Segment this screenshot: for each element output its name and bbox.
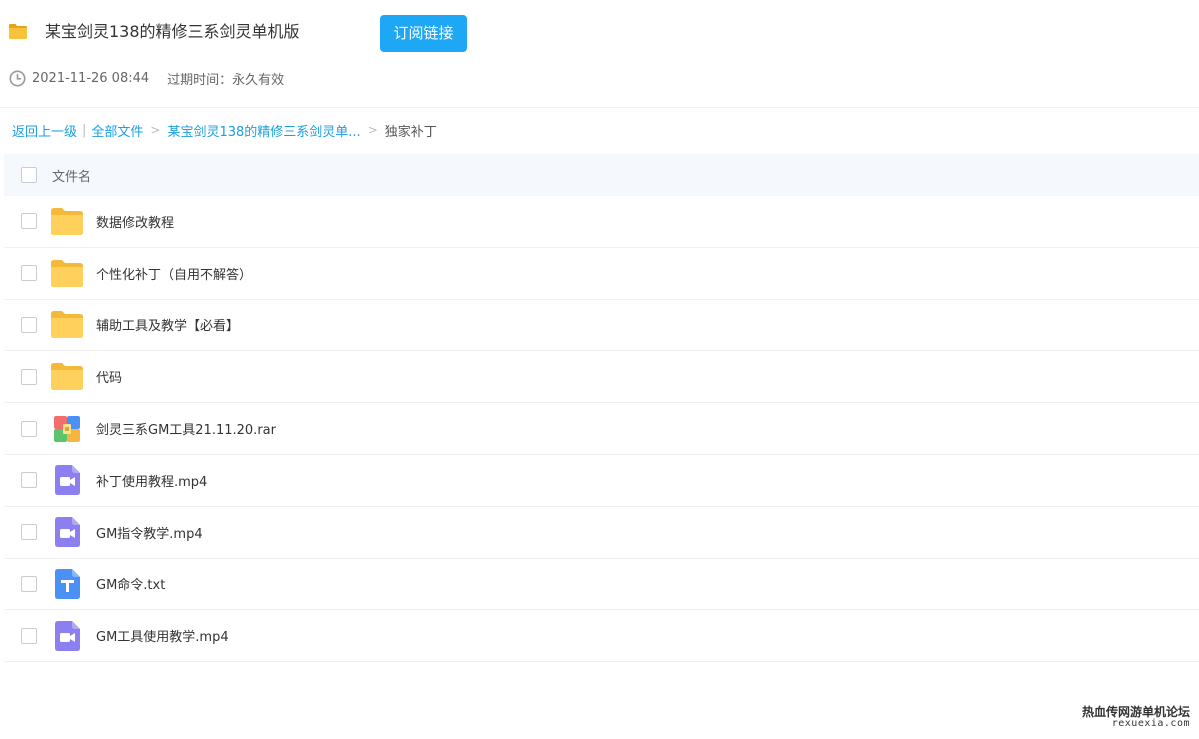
file-row[interactable]: 代码 [4, 351, 1199, 404]
all-files-link[interactable]: 全部文件 [91, 121, 143, 140]
watermark: 热血传网游单机论坛 rexuexia.com [1082, 706, 1190, 730]
file-list: 数据修改教程个性化补丁（自用不解答） 辅助工具及教学【必看】 代码剑灵三系GM工具2… [4, 196, 1199, 663]
row-checkbox[interactable] [21, 316, 37, 333]
file-row[interactable]: 补丁使用教程.mp4 [4, 455, 1199, 507]
folder-icon [9, 24, 27, 39]
share-header: 某宝剑灵138的精修三系剑灵单机版 订阅链接 2021-11-26 08:44 … [0, 0, 1199, 108]
file-name[interactable]: 补丁使用教程.mp4 [96, 471, 207, 490]
watermark-text: 热血传网游单机论坛 [1081, 705, 1190, 719]
file-name[interactable]: 剑灵三系GM工具21.11.20.rar [96, 419, 276, 438]
file-table-header: 文件名 [4, 154, 1199, 196]
breadcrumb-separator: | [82, 122, 87, 138]
archive-icon [51, 413, 83, 445]
file-row[interactable]: 数据修改教程 [4, 196, 1199, 248]
row-checkbox[interactable] [21, 524, 37, 541]
clock-icon [9, 70, 26, 86]
text-file-icon [51, 568, 83, 600]
folder-icon [51, 257, 83, 289]
current-folder: 独家补丁 [384, 124, 437, 140]
column-filename: 文件名 [52, 169, 92, 185]
file-row[interactable]: GM指令教学.mp4 [4, 507, 1199, 559]
parent-folder-link[interactable]: 某宝剑灵138的精修三系剑灵单... [167, 121, 360, 140]
file-row[interactable]: 个性化补丁（自用不解答） [4, 248, 1199, 300]
breadcrumb-chevron: > [150, 123, 161, 137]
watermark-url: rexuexia.com [1111, 718, 1190, 729]
file-row[interactable]: 辅助工具及教学【必看】 [4, 300, 1199, 352]
breadcrumb-chevron: > [367, 123, 378, 137]
row-checkbox[interactable] [21, 265, 37, 282]
share-date: 2021-11-26 08:44 [32, 70, 150, 86]
expiry-text: 过期时间：永久有效 [167, 72, 285, 88]
file-name[interactable]: GM指令教学.mp4 [96, 523, 203, 542]
file-name[interactable]: 代码 [96, 367, 122, 386]
select-all-checkbox[interactable] [21, 167, 37, 183]
file-name[interactable]: 个性化补丁（自用不解答） [96, 264, 252, 283]
file-row[interactable]: GM命令.txt [4, 559, 1199, 611]
file-name[interactable]: GM工具使用教学.mp4 [96, 626, 229, 645]
video-file-icon [51, 516, 83, 548]
file-row[interactable]: 剑灵三系GM工具21.11.20.rar [4, 403, 1199, 455]
folder-icon [51, 205, 83, 237]
share-title: 某宝剑灵138的精修三系剑灵单机版 [45, 22, 300, 41]
file-name[interactable]: 辅助工具及教学【必看】 [96, 315, 239, 334]
back-link[interactable]: 返回上一级 [12, 121, 77, 140]
file-row[interactable]: GM工具使用教学.mp4 [4, 610, 1199, 663]
breadcrumb: 返回上一级 | 全部文件 > 某宝剑灵138的精修三系剑灵单... > 独家补丁 [12, 120, 437, 140]
row-checkbox[interactable] [21, 420, 37, 437]
row-checkbox[interactable] [21, 627, 37, 644]
video-file-icon [51, 620, 83, 652]
row-checkbox[interactable] [21, 213, 37, 230]
folder-icon [51, 361, 83, 393]
folder-icon [51, 309, 83, 341]
share-meta: 2021-11-26 08:44 过期时间：永久有效 [9, 68, 284, 88]
file-name[interactable]: 数据修改教程 [96, 212, 174, 231]
row-checkbox[interactable] [21, 368, 37, 385]
file-name[interactable]: GM命令.txt [96, 574, 165, 593]
row-checkbox[interactable] [21, 575, 37, 592]
subscribe-button[interactable]: 订阅链接 [380, 15, 467, 52]
row-checkbox[interactable] [21, 472, 37, 489]
video-file-icon [51, 464, 83, 496]
